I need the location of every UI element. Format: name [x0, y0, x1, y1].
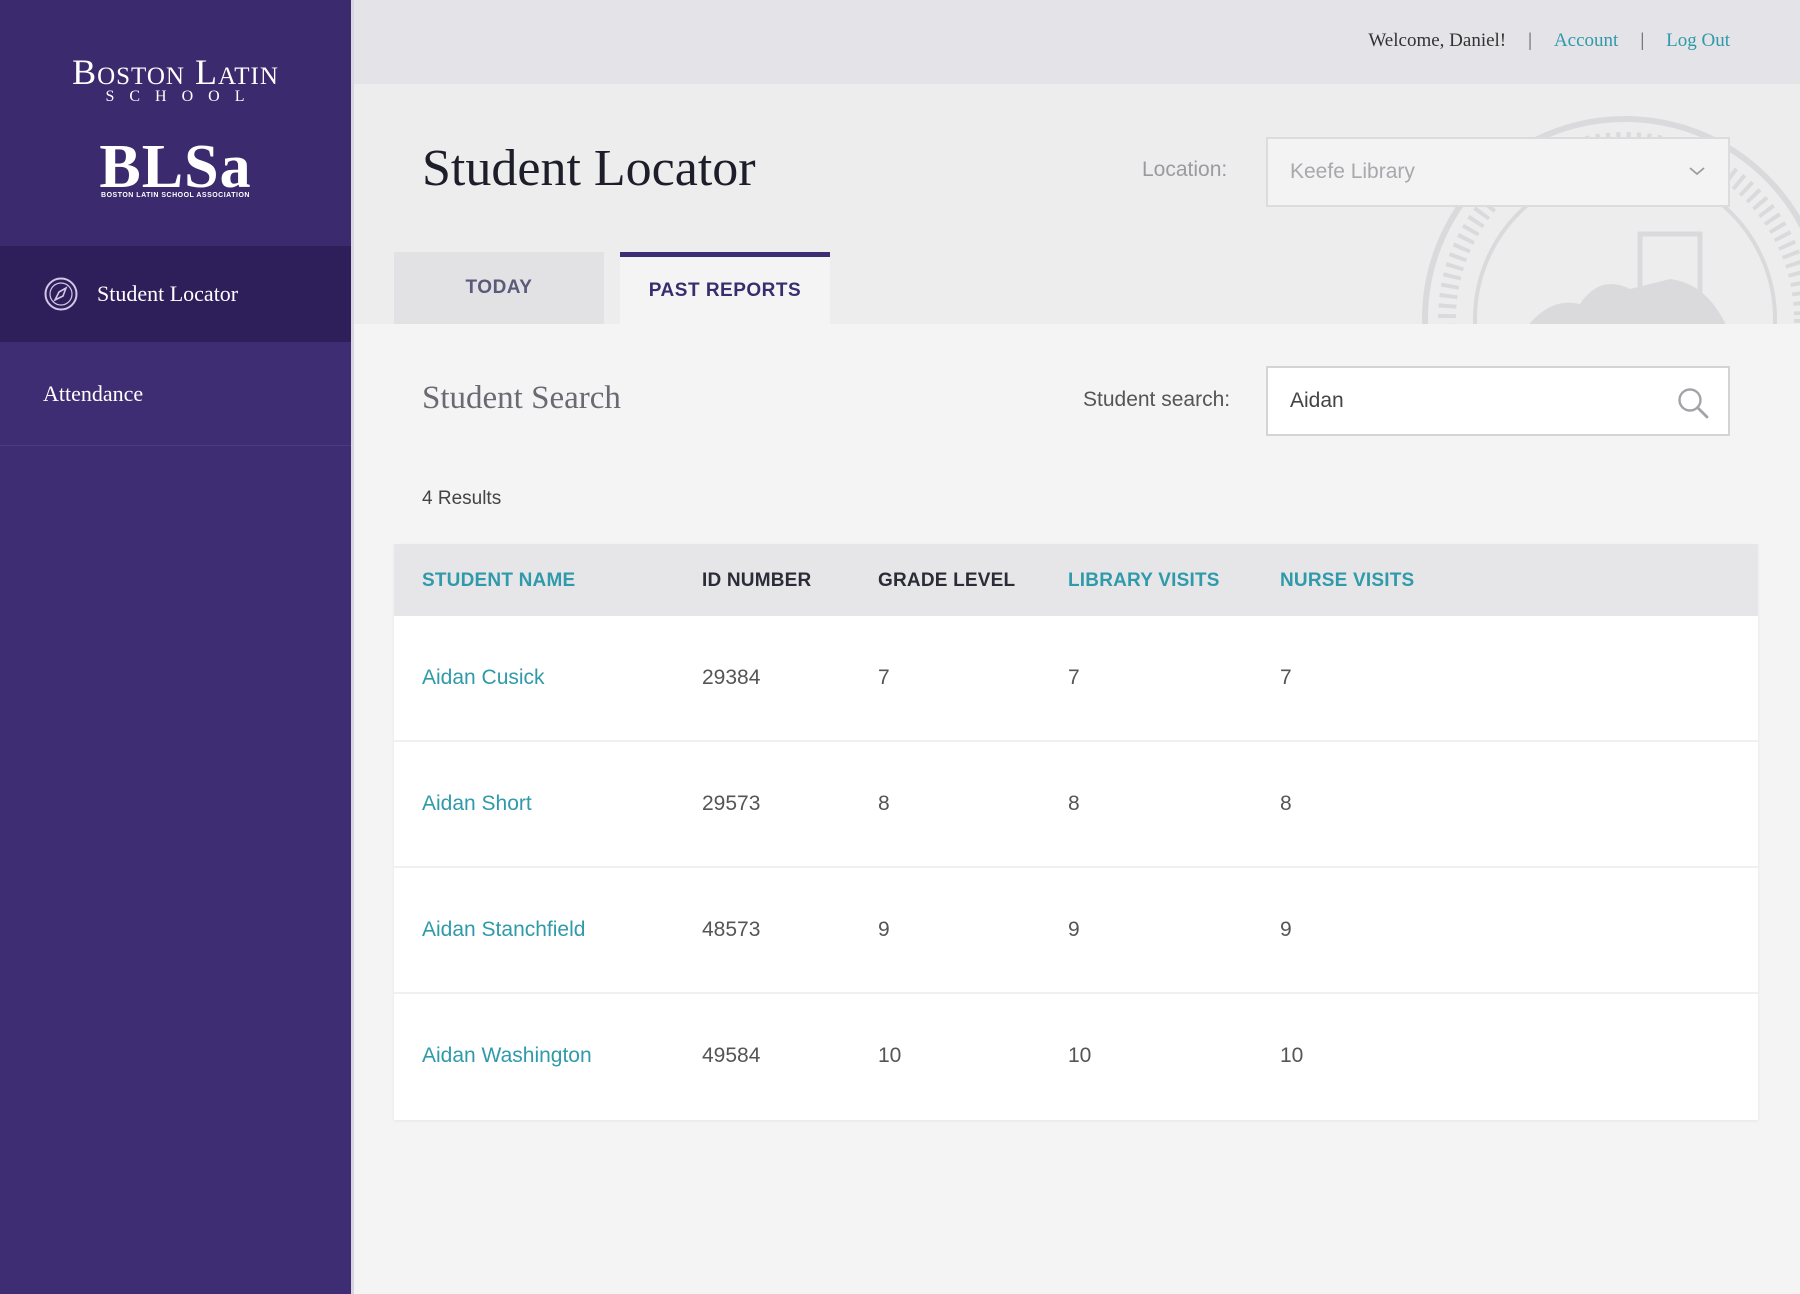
grade-level-cell: 8 — [878, 792, 890, 815]
student-name-link[interactable]: Aidan Stanchfield — [422, 918, 585, 942]
tab-past-reports[interactable]: PAST REPORTS — [620, 252, 830, 324]
id-number-cell: 49584 — [702, 1044, 761, 1067]
tab-label: PAST REPORTS — [648, 279, 802, 301]
nurse-visits-cell: 8 — [1280, 792, 1292, 815]
compass-icon — [44, 277, 78, 311]
location-value: Keefe Library — [1290, 160, 1415, 183]
top-bar: Welcome, Daniel! | Account | Log Out — [354, 0, 1800, 84]
table-row: Aidan Cusick 29384 7 7 7 — [394, 616, 1758, 742]
search-input[interactable] — [1290, 389, 1650, 413]
blsa-logo-subtext: BOSTON LATIN SCHOOL ASSOCIATION — [101, 192, 250, 199]
sidebar-item-student-locator[interactable]: Student Locator — [0, 246, 351, 342]
nurse-visits-cell: 9 — [1280, 918, 1292, 941]
page-title: Student Locator — [422, 140, 756, 197]
student-name-link[interactable]: Aidan Short — [422, 792, 532, 816]
column-header-nurse-visits[interactable]: NURSE VISITS — [1280, 570, 1414, 592]
account-link[interactable]: Account — [1554, 30, 1618, 52]
page-header: Student Locator Location: Keefe Library … — [354, 84, 1800, 324]
id-number-cell: 48573 — [702, 918, 761, 941]
sidebar-item-label: Student Locator — [97, 281, 239, 306]
user-links: Welcome, Daniel! | Account | Log Out — [1368, 30, 1730, 52]
id-number-cell: 29573 — [702, 792, 761, 815]
tab-today[interactable]: TODAY — [394, 252, 604, 324]
section-title: Student Search — [422, 380, 621, 416]
table-header: STUDENT NAME ID NUMBER GRADE LEVEL LIBRA… — [394, 544, 1758, 616]
separator: | — [1640, 30, 1645, 51]
library-visits-cell: 9 — [1068, 918, 1080, 941]
school-logo-text: Boston Latin — [72, 52, 279, 92]
column-header-student-name[interactable]: STUDENT NAME — [422, 570, 575, 592]
sidebar-item-label: Attendance — [43, 380, 144, 406]
location-select[interactable]: Keefe Library — [1266, 137, 1730, 207]
table-row: Aidan Stanchfield 48573 9 9 9 — [394, 868, 1758, 994]
separator: | — [1528, 30, 1532, 51]
blsa-logo: BLSa — [99, 133, 252, 201]
student-name-link[interactable]: Aidan Washington — [422, 1044, 592, 1068]
nurse-visits-cell: 7 — [1280, 666, 1292, 689]
sidebar: Boston Latin SCHOOL BLSa BOSTON LATIN SC… — [0, 0, 354, 1294]
grade-level-cell: 9 — [878, 918, 890, 941]
location-label: Location: — [1142, 158, 1228, 181]
results-count: 4 Results — [422, 488, 502, 509]
logout-link[interactable]: Log Out — [1666, 30, 1730, 52]
library-visits-cell: 7 — [1068, 666, 1080, 689]
library-visits-cell: 8 — [1068, 792, 1080, 815]
nurse-visits-cell: 10 — [1280, 1044, 1304, 1067]
column-header-library-visits[interactable]: LIBRARY VISITS — [1068, 570, 1220, 592]
logo-area: Boston Latin SCHOOL BLSa BOSTON LATIN SC… — [0, 0, 351, 246]
results-table: STUDENT NAME ID NUMBER GRADE LEVEL LIBRA… — [394, 544, 1758, 1120]
table-row: Aidan Short 29573 8 8 8 — [394, 742, 1758, 868]
search-box — [1266, 366, 1730, 436]
library-visits-cell: 10 — [1068, 1044, 1092, 1067]
tab-label: TODAY — [465, 277, 533, 298]
student-name-link[interactable]: Aidan Cusick — [422, 666, 545, 690]
school-logo-subtext: SCHOOL — [105, 88, 260, 105]
welcome-text: Welcome, Daniel! — [1368, 30, 1507, 51]
grade-level-cell: 7 — [878, 666, 890, 689]
column-header-id-number: ID NUMBER — [702, 570, 812, 591]
grade-level-cell: 10 — [878, 1044, 902, 1067]
search-icon[interactable] — [1676, 386, 1710, 420]
id-number-cell: 29384 — [702, 666, 761, 689]
chevron-down-icon — [1689, 167, 1705, 176]
column-header-grade-level: GRADE LEVEL — [878, 570, 1016, 591]
sidebar-item-attendance[interactable]: Attendance — [0, 342, 351, 446]
table-row: Aidan Washington 49584 10 10 10 — [394, 994, 1758, 1120]
search-label: Student search: — [1083, 388, 1231, 411]
